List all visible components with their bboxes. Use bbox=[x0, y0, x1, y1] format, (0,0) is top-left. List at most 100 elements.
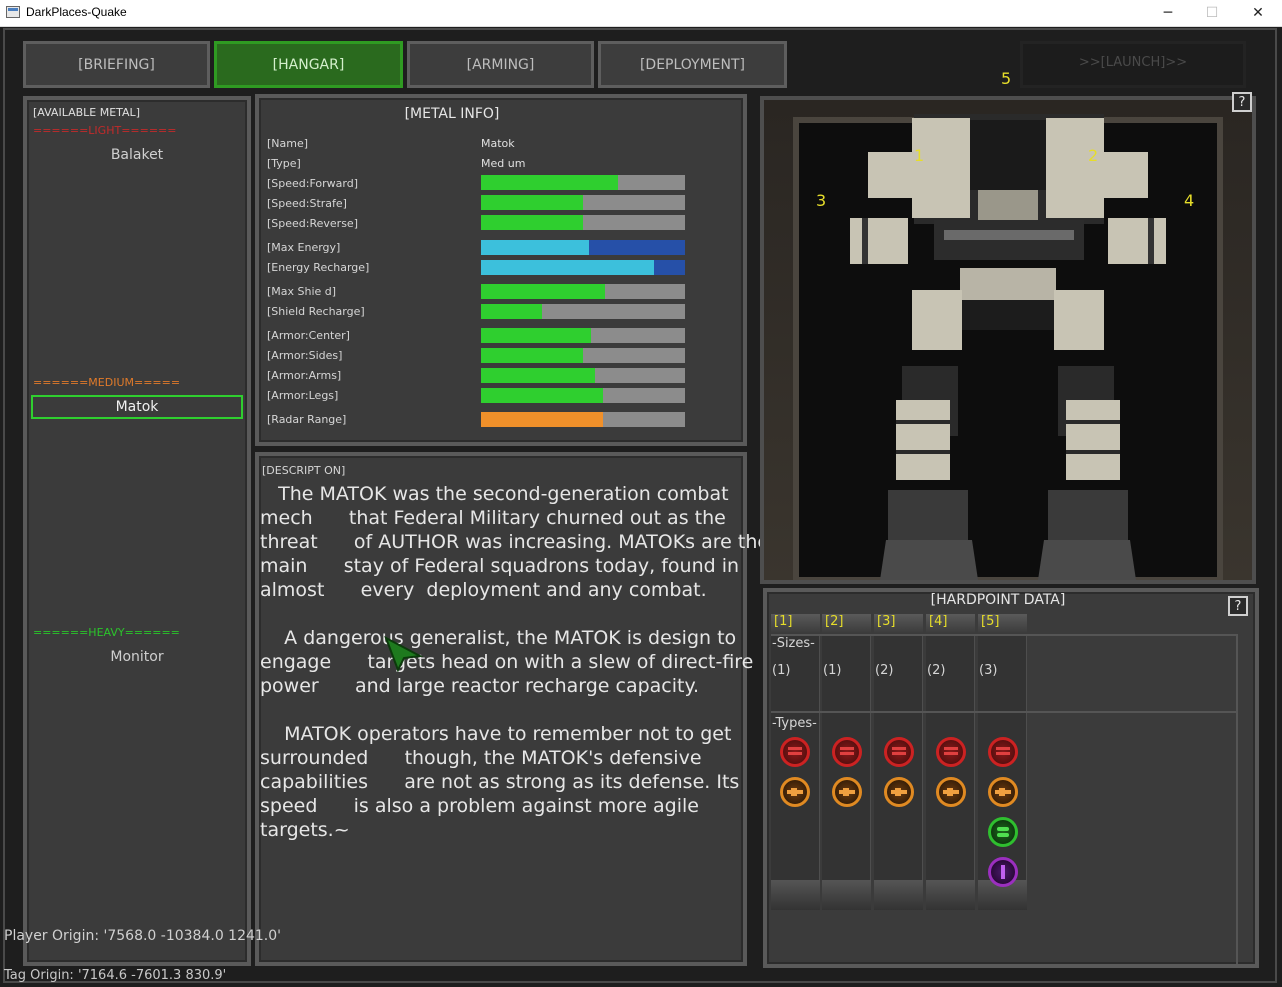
available-metal-panel bbox=[23, 96, 251, 966]
stat-label-armor-arms: [Armor:Arms] bbox=[267, 369, 342, 382]
stat-label-max-shield: [Max Shie d] bbox=[267, 285, 337, 298]
hardpoint-marker-5: 5 bbox=[1001, 69, 1012, 88]
stat-bar-fill bbox=[481, 388, 604, 403]
stat-bar-armor-sides bbox=[481, 348, 685, 363]
stat-bar-fill bbox=[481, 368, 596, 383]
hardpoint-column-footer bbox=[874, 880, 923, 910]
stat-bar-max-energy bbox=[481, 240, 685, 255]
tag-origin-readout: Tag Origin: '7164.6 -7601.3 830.9' bbox=[4, 968, 227, 983]
stat-label-armor-sides: [Armor:Sides] bbox=[267, 349, 343, 362]
hardpoint-marker-2: 2 bbox=[1088, 146, 1099, 165]
tab-hangar[interactable]: [HANGAR] bbox=[214, 41, 403, 88]
sizes-divider bbox=[771, 634, 1237, 636]
stat-bar-fill bbox=[481, 195, 583, 210]
stat-bar-radar-range bbox=[481, 412, 685, 427]
stat-label-name: [Name] bbox=[267, 137, 309, 150]
stat-bar-shield-recharge bbox=[481, 304, 685, 319]
window-title: DarkPlaces-Quake bbox=[26, 5, 127, 19]
hardpoint-size-4: (2) bbox=[927, 663, 946, 678]
stat-bar-fill bbox=[481, 304, 543, 319]
minimize-button[interactable]: ─ bbox=[1145, 0, 1191, 26]
stat-label-speed-reverse: [Speed:Reverse] bbox=[267, 217, 358, 230]
stat-bar-fill bbox=[481, 215, 583, 230]
hardpoint-size-3: (2) bbox=[875, 663, 894, 678]
hardpoint-right-border bbox=[1236, 634, 1238, 964]
close-button[interactable]: ✕ bbox=[1235, 0, 1281, 26]
window-titlebar: DarkPlaces-Quake ─ ☐ ✕ bbox=[0, 0, 1282, 27]
types-divider bbox=[771, 711, 1237, 713]
hardpoint-marker-3: 3 bbox=[816, 191, 827, 210]
energy-weapon-icon bbox=[884, 777, 914, 807]
stat-bar-speed-strafe bbox=[481, 195, 685, 210]
mech-item-monitor[interactable]: Monitor bbox=[31, 645, 243, 669]
hardpoint-tab-2[interactable]: [2] bbox=[822, 614, 871, 634]
hardpoint-size-1: (1) bbox=[772, 663, 791, 678]
ballistic-weapon-icon bbox=[988, 737, 1018, 767]
stat-bar-fill bbox=[481, 175, 618, 190]
mouse-cursor-icon bbox=[384, 636, 424, 672]
hardpoint-marker-4: 4 bbox=[1184, 191, 1195, 210]
hardpoint-size-2: (1) bbox=[823, 663, 842, 678]
stat-bar-energy-recharge bbox=[481, 260, 685, 275]
mech-model-icon bbox=[764, 100, 1252, 580]
tab-launch[interactable]: >>[LAUNCH]>> bbox=[1020, 41, 1246, 88]
hardpoint-data-title: [HARDPOINT DATA] bbox=[930, 592, 1066, 608]
player-origin-readout: Player Origin: '7568.0 -10384.0 1241.0' bbox=[4, 928, 282, 944]
stat-label-max-energy: [Max Energy] bbox=[267, 241, 341, 254]
stat-bar-fill bbox=[481, 412, 604, 427]
hardpoint-tab-4[interactable]: [4] bbox=[926, 614, 975, 634]
energy-weapon-icon bbox=[780, 777, 810, 807]
category-light-label: ======LIGHT====== bbox=[33, 124, 177, 137]
stat-value-name: Matok bbox=[481, 137, 515, 150]
hardpoint-size-5: (3) bbox=[979, 663, 998, 678]
stat-label-armor-center: [Armor:Center] bbox=[267, 329, 350, 342]
ballistic-weapon-icon bbox=[832, 737, 862, 767]
stat-label-shield-recharge: [Shield Recharge] bbox=[267, 305, 365, 318]
ballistic-weapon-icon bbox=[936, 737, 966, 767]
stat-bar-fill bbox=[481, 284, 606, 299]
stat-bar-speed-forward bbox=[481, 175, 685, 190]
stat-bar-fill bbox=[481, 260, 655, 275]
hardpoint-column-footer bbox=[771, 880, 820, 910]
stat-bar-fill bbox=[481, 240, 590, 255]
stat-label-radar-range: [Radar Range] bbox=[267, 413, 347, 426]
stat-bar-fill bbox=[481, 328, 592, 343]
hardpoint-tab-3[interactable]: [3] bbox=[874, 614, 923, 634]
energy-weapon-icon bbox=[832, 777, 862, 807]
tab-arming[interactable]: [ARMING] bbox=[407, 41, 594, 88]
stat-label-speed-strafe: [Speed:Strafe] bbox=[267, 197, 347, 210]
stat-bar-armor-arms bbox=[481, 368, 685, 383]
types-label: -Types- bbox=[772, 716, 817, 731]
hardpoint-marker-1: 1 bbox=[914, 146, 925, 165]
tab-briefing[interactable]: [BRIEFING] bbox=[23, 41, 210, 88]
energy-weapon-icon bbox=[988, 777, 1018, 807]
hardpoint-tab-1[interactable]: [1] bbox=[771, 614, 820, 634]
ballistic-weapon-icon bbox=[884, 737, 914, 767]
stat-bar-max-shield bbox=[481, 284, 685, 299]
stat-label-energy-recharge: [Energy Recharge] bbox=[267, 261, 370, 274]
mech-viewer[interactable] bbox=[760, 96, 1256, 584]
hardpoint-help-button[interactable]: ? bbox=[1228, 596, 1248, 616]
stat-label-type: [Type] bbox=[267, 157, 301, 170]
hardpoint-column-footer bbox=[822, 880, 871, 910]
tab-deployment[interactable]: [DEPLOYMENT] bbox=[598, 41, 787, 88]
hardpoint-tab-5[interactable]: [5] bbox=[978, 614, 1027, 634]
hardpoint-column-footer bbox=[926, 880, 975, 910]
sizes-label: -Sizes- bbox=[772, 636, 815, 651]
mech-item-matok[interactable]: Matok bbox=[31, 395, 243, 419]
stat-bar-speed-reverse bbox=[481, 215, 685, 230]
special-weapon-icon bbox=[988, 857, 1018, 887]
viewer-help-button[interactable]: ? bbox=[1232, 92, 1252, 112]
stat-bar-armor-legs bbox=[481, 388, 685, 403]
mech-item-balaket[interactable]: Balaket bbox=[31, 143, 243, 167]
category-medium-label: ======MEDIUM===== bbox=[33, 376, 181, 389]
description-text: The MATOK was the second-generation comb… bbox=[260, 483, 769, 841]
stat-label-armor-legs: [Armor:Legs] bbox=[267, 389, 339, 402]
maximize-button[interactable]: ☐ bbox=[1189, 0, 1235, 26]
metal-info-title: [METAL INFO] bbox=[404, 106, 500, 122]
stat-bar-fill bbox=[481, 348, 583, 363]
description-title: [DESCRIPT ON] bbox=[262, 464, 346, 477]
app-icon bbox=[6, 6, 20, 18]
stat-value-type: Med um bbox=[481, 157, 526, 170]
missile-weapon-icon bbox=[988, 817, 1018, 847]
